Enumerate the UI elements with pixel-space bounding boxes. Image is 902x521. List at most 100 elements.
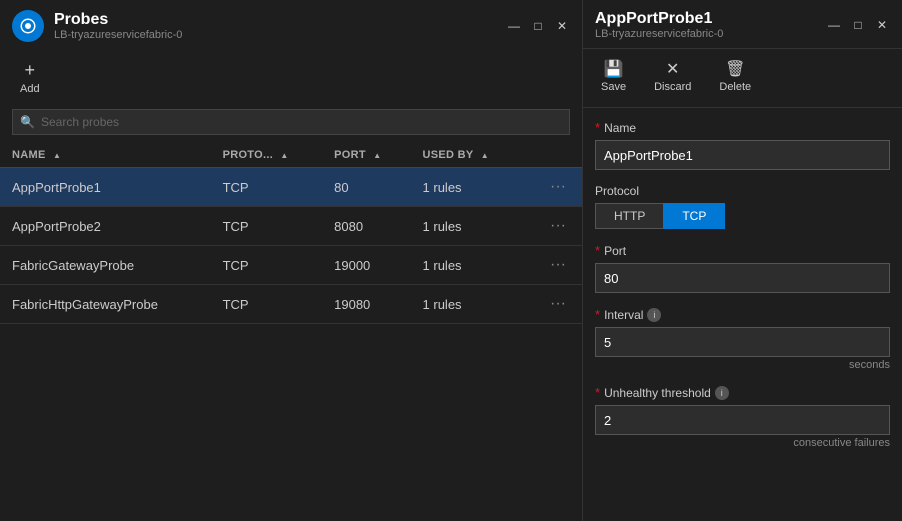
cell-protocol: TCP (211, 168, 323, 207)
sort-icon-port: ▲ (373, 151, 381, 160)
unhealthy-required-star: * (595, 385, 600, 400)
title-text: Probes LB-tryazureservicefabric-0 (54, 11, 182, 41)
port-input[interactable] (595, 263, 890, 293)
right-toolbar: 💾 Save ✕ Discard 🗑 Delete (583, 49, 902, 108)
probes-table-container: NAME ▲ PROTO... ▲ PORT ▲ USED BY ▲ (0, 143, 582, 521)
discard-label: Discard (654, 81, 691, 93)
window-controls: — □ ✕ (506, 18, 570, 34)
search-bar: 🔍 (12, 109, 570, 135)
left-toolbar: + Add (0, 50, 582, 109)
cell-name: FabricHttpGatewayProbe (0, 285, 211, 324)
row-actions: ··· (523, 285, 582, 324)
unhealthy-input[interactable] (595, 405, 890, 435)
delete-label: Delete (719, 81, 751, 93)
search-icon: 🔍 (20, 115, 35, 129)
interval-suffix: seconds (595, 359, 890, 371)
right-title-bar-left: AppPortProbe1 LB-tryazureservicefabric-0 (595, 10, 723, 40)
close-button[interactable]: ✕ (554, 18, 570, 34)
add-label: Add (20, 83, 40, 95)
name-input[interactable] (595, 140, 890, 170)
right-close-button[interactable]: ✕ (874, 17, 890, 33)
cell-protocol: TCP (211, 207, 323, 246)
cell-port: 8080 (322, 207, 410, 246)
right-title-bar: AppPortProbe1 LB-tryazureservicefabric-0… (583, 0, 902, 49)
probes-tbody: AppPortProbe1 TCP 80 1 rules ··· AppPort… (0, 168, 582, 324)
protocol-label: Protocol (595, 184, 890, 198)
left-title-bar: Probes LB-tryazureservicefabric-0 — □ ✕ (0, 0, 582, 50)
probe-icon (12, 10, 44, 42)
name-label: * Name (595, 120, 890, 135)
cell-port: 19080 (322, 285, 410, 324)
row-ellipsis-button[interactable]: ··· (546, 217, 570, 235)
interval-label: * Interval i (595, 307, 890, 322)
name-group: * Name (595, 120, 890, 170)
left-panel: Probes LB-tryazureservicefabric-0 — □ ✕ … (0, 0, 583, 521)
sort-icon-name: ▲ (53, 151, 61, 160)
table-row[interactable]: FabricHttpGatewayProbe TCP 19080 1 rules… (0, 285, 582, 324)
col-protocol: PROTO... ▲ (211, 143, 323, 168)
cell-usedby: 1 rules (411, 285, 523, 324)
cell-name: AppPortProbe1 (0, 168, 211, 207)
discard-button[interactable]: ✕ Discard (648, 55, 697, 97)
name-required-star: * (595, 120, 600, 135)
protocol-group: Protocol HTTP TCP (595, 184, 890, 229)
interval-group: * Interval i seconds (595, 307, 890, 371)
row-ellipsis-button[interactable]: ··· (546, 295, 570, 313)
interval-info-icon[interactable]: i (647, 308, 661, 322)
right-panel-title: AppPortProbe1 (595, 10, 723, 28)
right-window-controls: — □ ✕ (826, 17, 890, 33)
delete-icon: 🗑 (725, 59, 745, 79)
cell-usedby: 1 rules (411, 168, 523, 207)
cell-port: 80 (322, 168, 410, 207)
cell-usedby: 1 rules (411, 207, 523, 246)
save-label: Save (601, 81, 626, 93)
save-button[interactable]: 💾 Save (595, 55, 632, 97)
port-label: * Port (595, 243, 890, 258)
http-button[interactable]: HTTP (595, 203, 663, 229)
right-maximize-button[interactable]: □ (850, 17, 866, 33)
probes-table: NAME ▲ PROTO... ▲ PORT ▲ USED BY ▲ (0, 143, 582, 324)
add-icon: + (25, 60, 36, 81)
table-row[interactable]: AppPortProbe2 TCP 8080 1 rules ··· (0, 207, 582, 246)
table-row[interactable]: AppPortProbe1 TCP 80 1 rules ··· (0, 168, 582, 207)
search-input[interactable] (12, 109, 570, 135)
col-port: PORT ▲ (322, 143, 410, 168)
table-header-row: NAME ▲ PROTO... ▲ PORT ▲ USED BY ▲ (0, 143, 582, 168)
cell-protocol: TCP (211, 246, 323, 285)
interval-required-star: * (595, 307, 600, 322)
unhealthy-group: * Unhealthy threshold i consecutive fail… (595, 385, 890, 449)
row-ellipsis-button[interactable]: ··· (546, 256, 570, 274)
sort-icon-usedby: ▲ (481, 151, 489, 160)
cell-name: AppPortProbe2 (0, 207, 211, 246)
table-row[interactable]: FabricGatewayProbe TCP 19000 1 rules ··· (0, 246, 582, 285)
interval-input[interactable] (595, 327, 890, 357)
unhealthy-label: * Unhealthy threshold i (595, 385, 890, 400)
sort-icon-protocol: ▲ (280, 151, 288, 160)
row-actions: ··· (523, 207, 582, 246)
protocol-toggle: HTTP TCP (595, 203, 890, 229)
col-usedby: USED BY ▲ (411, 143, 523, 168)
row-actions: ··· (523, 168, 582, 207)
maximize-button[interactable]: □ (530, 18, 546, 34)
cell-port: 19000 (322, 246, 410, 285)
save-icon: 💾 (604, 59, 624, 79)
cell-name: FabricGatewayProbe (0, 246, 211, 285)
right-minimize-button[interactable]: — (826, 17, 842, 33)
add-button[interactable]: + Add (12, 56, 48, 99)
discard-icon: ✕ (666, 59, 679, 79)
delete-button[interactable]: 🗑 Delete (713, 55, 757, 97)
minimize-button[interactable]: — (506, 18, 522, 34)
unhealthy-info-icon[interactable]: i (715, 386, 729, 400)
form-container: * Name Protocol HTTP TCP * Port (583, 108, 902, 521)
port-group: * Port (595, 243, 890, 293)
port-required-star: * (595, 243, 600, 258)
right-panel-subtitle: LB-tryazureservicefabric-0 (595, 28, 723, 40)
unhealthy-suffix: consecutive failures (595, 437, 890, 449)
tcp-button[interactable]: TCP (663, 203, 725, 229)
cell-usedby: 1 rules (411, 246, 523, 285)
right-panel: AppPortProbe1 LB-tryazureservicefabric-0… (583, 0, 902, 521)
left-panel-subtitle: LB-tryazureservicefabric-0 (54, 29, 182, 41)
row-actions: ··· (523, 246, 582, 285)
row-ellipsis-button[interactable]: ··· (546, 178, 570, 196)
left-title-bar-left: Probes LB-tryazureservicefabric-0 (12, 10, 182, 42)
